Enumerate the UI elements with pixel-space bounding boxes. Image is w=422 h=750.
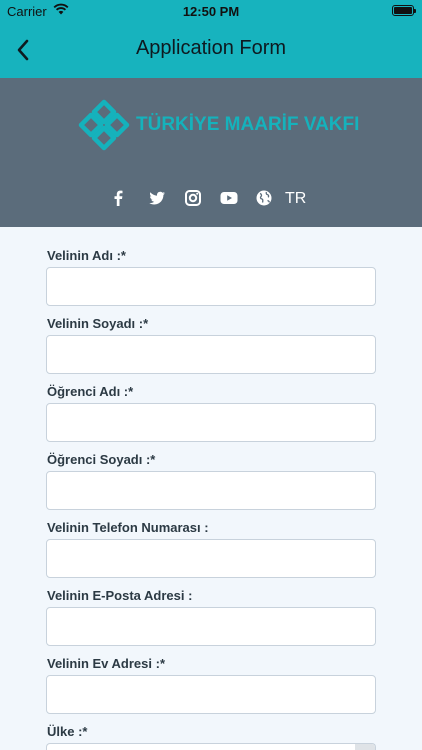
application-form: Velinin Adı :* Velinin Soyadı :* Öğrenci…	[0, 227, 422, 750]
parent-first-name-input[interactable]	[46, 267, 376, 306]
parent-home-address-label: Velinin Ev Adresi :*	[47, 656, 166, 671]
parent-home-address-input[interactable]	[46, 675, 376, 714]
social-links: TR	[0, 188, 422, 210]
country-select[interactable]	[46, 743, 376, 750]
facebook-icon[interactable]	[108, 188, 128, 208]
status-bar: Carrier 12:50 PM	[0, 0, 422, 22]
parent-first-name-label: Velinin Adı :*	[47, 248, 126, 263]
globe-icon[interactable]	[254, 188, 274, 208]
parent-email-input[interactable]	[46, 607, 376, 646]
student-first-name-input[interactable]	[46, 403, 376, 442]
student-last-name-label: Öğrenci Soyadı :*	[47, 452, 156, 467]
parent-phone-label: Velinin Telefon Numarası :	[47, 520, 209, 535]
twitter-icon[interactable]	[147, 188, 167, 208]
language-selector[interactable]: TR	[285, 190, 306, 208]
dropdown-arrow-icon	[355, 744, 375, 750]
country-label: Ülke :*	[47, 724, 88, 739]
clock: 12:50 PM	[182, 4, 240, 19]
logo-wordmark: TÜRKİYE MAARİF VAKFI	[136, 114, 360, 135]
navigation-bar: Application Form	[0, 22, 422, 78]
parent-phone-input[interactable]	[46, 539, 376, 578]
brand-logo: TÜRKİYE MAARİF VAKFI	[78, 99, 359, 151]
page-title: Application Form	[135, 37, 287, 59]
parent-email-label: Velinin E-Posta Adresi :	[47, 588, 193, 603]
instagram-icon[interactable]	[183, 188, 203, 208]
parent-last-name-label: Velinin Soyadı :*	[47, 316, 149, 331]
student-last-name-input[interactable]	[46, 471, 376, 510]
youtube-icon[interactable]	[219, 188, 239, 208]
logo-mark-icon	[78, 99, 130, 151]
battery-icon	[392, 5, 416, 16]
parent-last-name-input[interactable]	[46, 335, 376, 374]
student-first-name-label: Öğrenci Adı :*	[47, 384, 134, 399]
header-banner: TÜRKİYE MAARİF VAKFI TR	[0, 78, 422, 227]
